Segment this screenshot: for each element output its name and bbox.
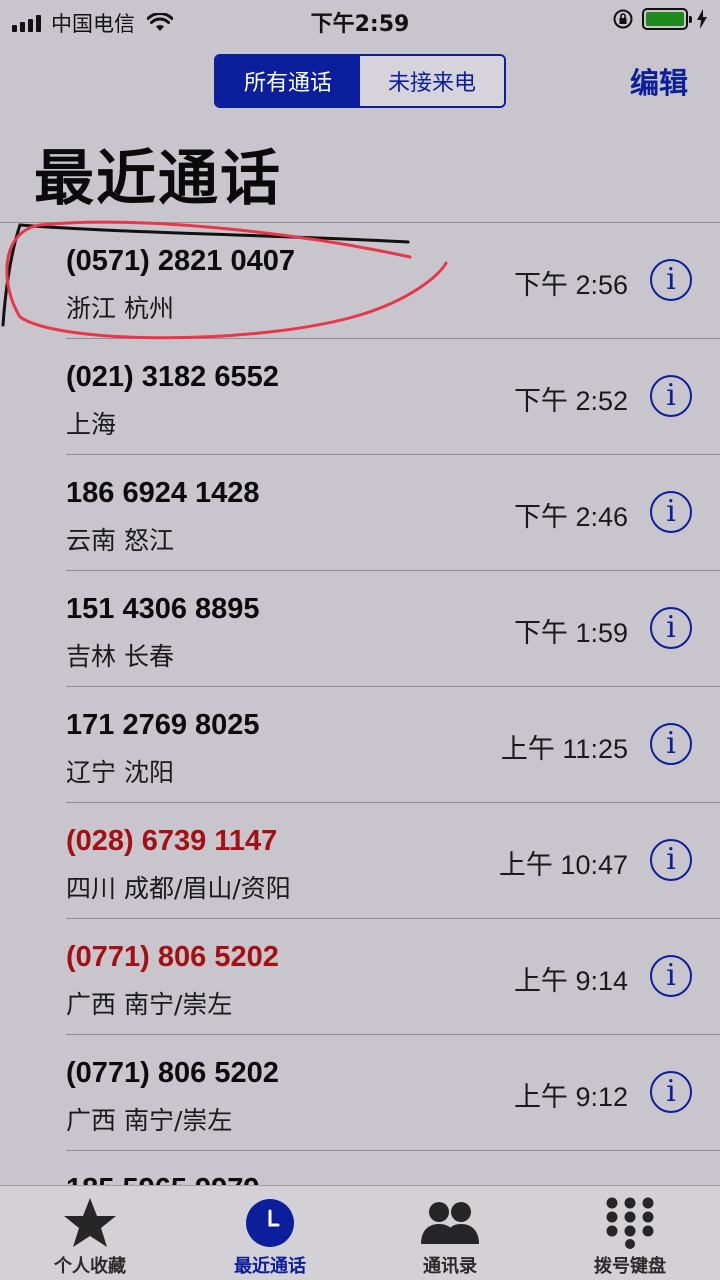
keypad-icon [606,1197,654,1249]
call-location: 广西 南宁/崇左 [66,990,233,1019]
status-bar: 中国电信 下午2:59 [0,0,720,40]
segment-missed-calls[interactable]: 未接来电 [360,56,504,106]
info-icon[interactable]: i [650,723,692,765]
edit-button[interactable]: 编辑 [630,60,688,102]
call-row-partial[interactable]: 185 5965 9979 [0,1151,720,1185]
call-filter-segmented-control: 所有通话 未接来电 [214,54,506,108]
recent-calls-list: (0571) 2821 0407 浙江 杭州 下午 2:56 i (021) 3… [0,223,720,1185]
call-number: (0771) 806 5202 [66,941,279,973]
charging-bolt-icon [697,9,707,29]
call-number: (0571) 2821 0407 [66,245,295,277]
call-location: 辽宁 沈阳 [66,758,174,787]
tab-keypad[interactable]: 拨号键盘 [540,1186,720,1280]
call-location: 吉林 长春 [66,642,174,671]
call-time: 上午 11:25 [500,734,628,764]
call-location: 四川 成都/眉山/资阳 [66,874,291,903]
call-number: 186 6924 1428 [66,477,260,509]
call-row[interactable]: 171 2769 8025 辽宁 沈阳 上午 11:25 i [0,687,720,803]
info-icon[interactable]: i [650,1071,692,1113]
tab-recents[interactable]: 最近通话 [180,1186,360,1280]
call-number: 151 4306 8895 [66,593,260,625]
info-icon[interactable]: i [650,955,692,997]
tab-label: 拨号键盘 [594,1256,666,1277]
info-icon[interactable]: i [650,839,692,881]
call-location: 上海 [66,410,117,439]
tab-bar: 个人收藏 最近通话 通讯录 拨号键盘 [0,1185,720,1280]
call-location: 浙江 杭州 [66,294,174,323]
info-icon[interactable]: i [650,259,692,301]
call-row-missed[interactable]: (028) 6739 1147 四川 成都/眉山/资阳 上午 10:47 i [0,803,720,919]
call-row[interactable]: 186 6924 1428 云南 怒江 下午 2:46 i [0,455,720,571]
call-number: (0771) 806 5202 [66,1057,279,1089]
info-icon[interactable]: i [650,491,692,533]
star-icon [64,1198,116,1247]
call-time: 下午 1:59 [513,618,628,648]
call-number: 185 5965 9979 [66,1173,260,1185]
orientation-lock-icon [613,9,633,29]
call-time: 上午 9:12 [513,1082,628,1112]
call-location: 云南 怒江 [66,526,174,555]
info-icon[interactable]: i [650,375,692,417]
call-row[interactable]: (021) 3182 6552 上海 下午 2:52 i [0,339,720,455]
call-time: 上午 9:14 [513,966,628,996]
segment-all-calls[interactable]: 所有通话 [216,56,360,106]
tab-label: 最近通话 [234,1256,306,1277]
info-icon[interactable]: i [650,607,692,649]
phone-screen: 中国电信 下午2:59 所有通话 未接来电 编辑 最近通话 (0571) 282… [0,0,720,1280]
call-number: (021) 3182 6552 [66,361,279,393]
page-title: 最近通话 [34,144,282,214]
contacts-icon [421,1202,479,1244]
clock-icon [246,1199,294,1247]
call-row[interactable]: (0571) 2821 0407 浙江 杭州 下午 2:56 i [0,223,720,339]
call-location: 广西 南宁/崇左 [66,1106,233,1135]
call-row[interactable]: (0771) 806 5202 广西 南宁/崇左 上午 9:12 i [0,1035,720,1151]
tab-label: 个人收藏 [54,1256,126,1277]
call-number: 171 2769 8025 [66,709,260,741]
call-row[interactable]: 151 4306 8895 吉林 长春 下午 1:59 i [0,571,720,687]
call-time: 下午 2:46 [513,502,628,532]
tab-favorites[interactable]: 个人收藏 [0,1186,180,1280]
call-row-missed[interactable]: (0771) 806 5202 广西 南宁/崇左 上午 9:14 i [0,919,720,1035]
call-time: 下午 2:52 [513,386,628,416]
tab-label: 通讯录 [423,1256,477,1277]
call-number: (028) 6739 1147 [66,825,278,857]
tab-contacts[interactable]: 通讯录 [360,1186,540,1280]
call-time: 上午 10:47 [498,850,628,880]
call-time: 下午 2:56 [513,270,628,300]
battery-icon [642,8,692,30]
